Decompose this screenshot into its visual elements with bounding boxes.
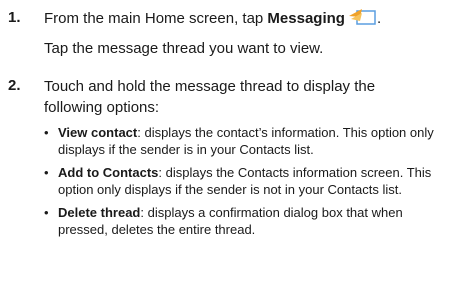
bullet-icon: • [44,205,49,220]
messaging-label: Messaging [267,10,345,27]
option-delete-thread: • Delete thread: displays a confirmation… [44,204,452,238]
step-text: From the main Home screen, tap Messaging… [44,8,444,31]
step-2: 2. Touch and hold the message thread to … [8,76,404,118]
step-1-followup: Tap the message thread you want to view. [44,40,324,57]
messaging-icon [348,8,377,31]
step-number: 1. [8,9,21,26]
option-term: Add to Contacts [58,165,159,180]
step-number: 2. [8,77,21,94]
bullet-icon: • [44,165,49,180]
option-term: Delete thread [58,205,141,220]
bullet-icon: • [44,125,49,140]
option-view-contact: • View contact: displays the contact’s i… [44,124,452,158]
step-1: 1. From the main Home screen, tap Messag… [8,8,444,31]
options-list: • View contact: displays the contact’s i… [44,124,452,244]
step-text: Touch and hold the message thread to dis… [44,78,376,116]
option-term: View contact [58,125,138,140]
option-add-to-contacts: • Add to Contacts: displays the Contacts… [44,164,452,198]
